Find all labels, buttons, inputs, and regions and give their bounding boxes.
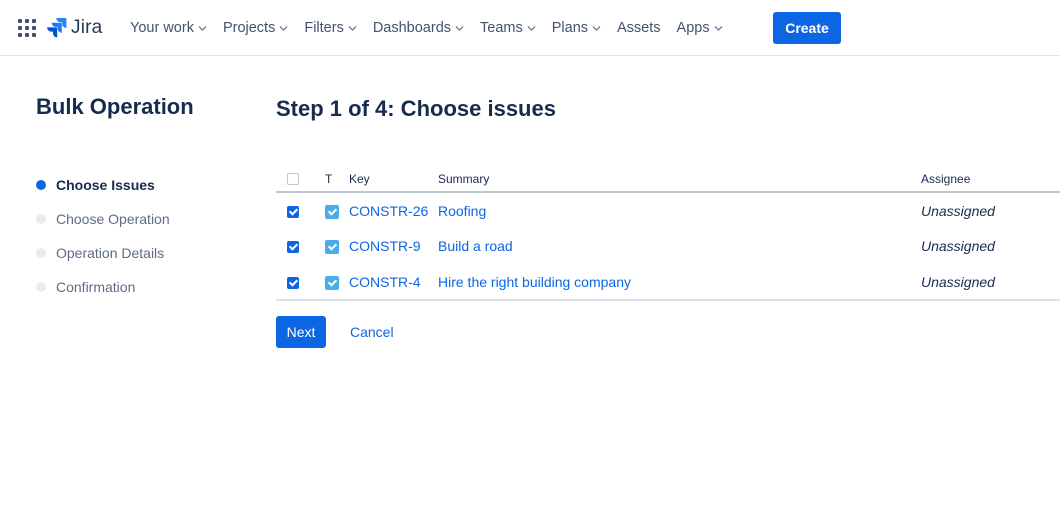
column-header-key[interactable]: Key — [349, 166, 438, 193]
step-indicator-dot — [36, 248, 46, 258]
nav-item-projects[interactable]: Projects — [215, 12, 296, 44]
step-operation-details: Operation Details — [36, 236, 170, 270]
nav-item-label: Apps — [676, 20, 710, 36]
issue-summary-link[interactable]: Hire the right building company — [438, 274, 631, 290]
bulk-operation-steps: Choose Issues Choose Operation Operation D… — [36, 168, 170, 304]
issue-summary-link[interactable]: Roofing — [438, 203, 486, 219]
jira-logo-icon — [47, 18, 67, 38]
top-navigation: Jira Your work Projects Filters Dashboards T… — [0, 0, 1060, 56]
nav-item-your-work[interactable]: Your work — [122, 12, 215, 44]
assignee-value: Unassigned — [921, 238, 995, 254]
step-indicator-dot — [36, 214, 46, 224]
nav-item-label: Teams — [480, 20, 523, 36]
nav-item-label: Projects — [222, 20, 276, 36]
table-row: CONSTR-9 Build a road Unassigned — [276, 228, 1060, 264]
chevron-down-icon — [455, 25, 464, 31]
step-indicator-dot — [36, 180, 46, 190]
page-title: Step 1 of 4: Choose issues — [276, 96, 556, 121]
task-icon — [325, 275, 339, 290]
step-choose-operation: Choose Operation — [36, 202, 170, 236]
nav-item-label: Dashboards — [372, 20, 452, 36]
sidebar-title: Bulk Operation — [36, 94, 194, 119]
assignee-value: Unassigned — [921, 202, 995, 219]
chevron-down-icon — [198, 25, 207, 31]
column-header-type: T — [312, 166, 349, 193]
nav-item-apps[interactable]: Apps — [669, 12, 731, 44]
nav-item-teams[interactable]: Teams — [472, 12, 544, 44]
step-label: Operation Details — [56, 245, 165, 261]
column-header-assignee[interactable]: Assignee — [921, 166, 1060, 193]
issue-key-link[interactable]: CONSTR-9 — [349, 238, 421, 254]
nav-item-assets[interactable]: Assets — [609, 12, 669, 44]
step-indicator-dot — [36, 282, 46, 292]
assignee-value: Unassigned — [921, 273, 995, 290]
next-button[interactable]: Next — [276, 316, 326, 348]
issue-key-link[interactable]: CONSTR-4 — [349, 274, 421, 290]
issue-key-link[interactable]: CONSTR-26 — [349, 203, 428, 219]
task-icon — [325, 204, 339, 219]
task-icon — [325, 240, 339, 255]
row-select-checkbox[interactable] — [287, 241, 299, 254]
chevron-down-icon — [280, 25, 288, 31]
row-select-checkbox[interactable] — [287, 276, 299, 289]
nav-item-label: Your work — [130, 20, 194, 36]
jira-wordmark: Jira — [71, 17, 103, 38]
nav-item-label: Plans — [551, 20, 589, 36]
table-row: CONSTR-26 Roofing Unassigned — [276, 192, 1060, 228]
step-label: Confirmation — [56, 279, 136, 295]
step-confirmation: Confirmation — [36, 270, 170, 304]
app-switcher-icon[interactable] — [18, 19, 36, 37]
issue-summary-link[interactable]: Build a road — [438, 238, 513, 254]
chevron-down-icon — [527, 25, 536, 31]
row-select-checkbox[interactable] — [287, 205, 299, 218]
step-choose-issues: Choose Issues — [36, 168, 170, 202]
chevron-down-icon — [714, 25, 722, 31]
nav-item-label: Filters — [304, 20, 344, 36]
issue-table: T Key Summary Assignee CONSTR-26 Roofing U… — [276, 166, 1060, 301]
table-header: T Key Summary Assignee — [276, 166, 1060, 193]
primary-nav: Your work Projects Filters Dashboards Teams P… — [122, 0, 731, 56]
column-header-summary[interactable]: Summary — [438, 166, 921, 193]
chevron-down-icon — [348, 25, 357, 31]
cancel-link[interactable]: Cancel — [350, 324, 394, 340]
table-row: CONSTR-4 Hire the right building company U… — [276, 264, 1060, 301]
select-all-checkbox[interactable] — [287, 173, 299, 186]
nav-item-label: Assets — [617, 20, 661, 36]
nav-item-plans[interactable]: Plans — [544, 12, 609, 44]
nav-item-dashboards[interactable]: Dashboards — [365, 12, 472, 44]
nav-item-filters[interactable]: Filters — [296, 12, 364, 44]
step-label: Choose Issues — [56, 177, 155, 193]
chevron-down-icon — [592, 25, 601, 31]
create-button[interactable]: Create — [773, 12, 841, 44]
jira-logo[interactable]: Jira — [47, 16, 102, 40]
step-label: Choose Operation — [56, 211, 170, 227]
